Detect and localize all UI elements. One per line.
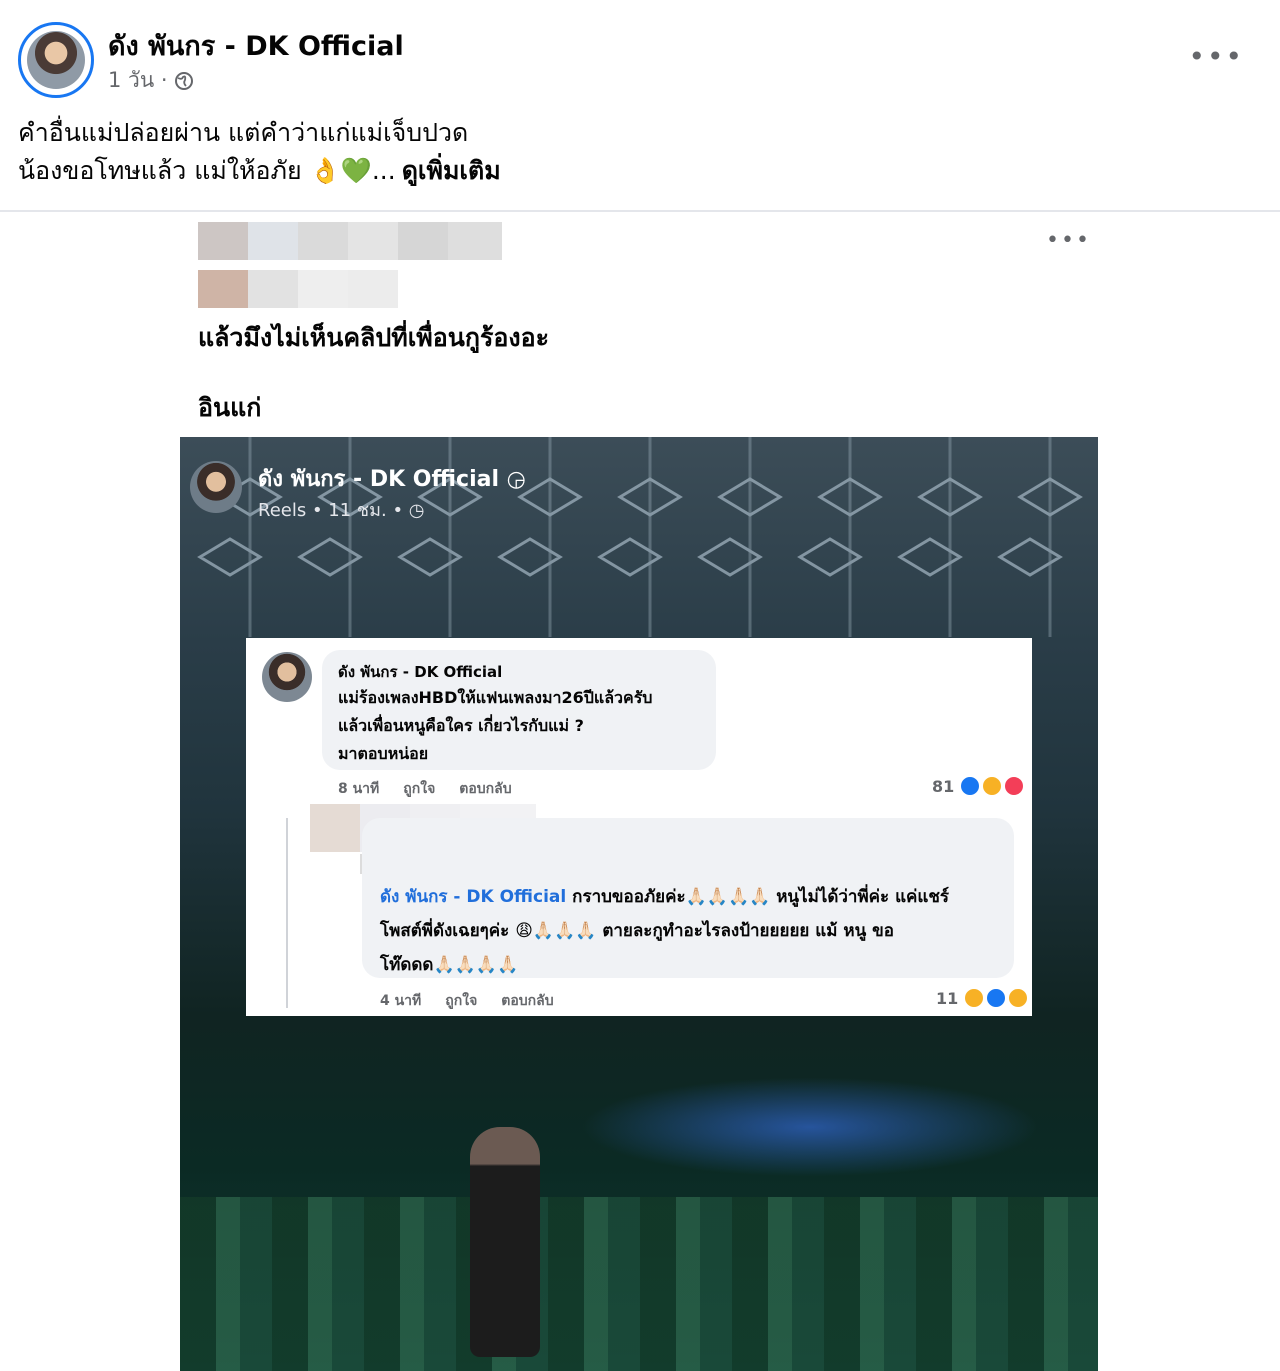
- haha-reaction-icon: [964, 988, 985, 1008]
- avatar-image: [27, 31, 85, 89]
- reaction-count: 81: [932, 776, 955, 796]
- like-link: ถูกใจ: [403, 781, 436, 797]
- reply-time: 4 นาที: [380, 993, 422, 1009]
- reel-author-label: ดัง พันกร - DK Official: [258, 467, 499, 492]
- globe-icon: [174, 71, 193, 90]
- reel-meta-text: Reels • 11 ชม. •: [258, 500, 409, 521]
- love-reaction-icon: [1004, 776, 1025, 796]
- divider: [0, 210, 1280, 212]
- care-reaction-icon: [1008, 988, 1029, 1008]
- reply-line-3: โท๊ดดด🙏🏻🙏🏻🙏🏻🙏🏻: [380, 955, 519, 975]
- reply-bubble: ดัง พันกร - DK Official กราบขออภัยค่ะ🙏🏻🙏…: [362, 818, 1014, 978]
- crowd: [180, 1197, 1098, 1371]
- post-time[interactable]: 1 วัน ·: [108, 64, 168, 97]
- reply-link: ตอบกลับ: [459, 781, 512, 797]
- reel-author-name[interactable]: ดัง พันกร - DK Official ◶: [258, 461, 526, 496]
- page-avatar[interactable]: [18, 22, 94, 98]
- reply-actions: 4 นาที ถูกใจ ตอบกลับ: [380, 990, 554, 1012]
- mention: ดัง พันกร - DK Official: [380, 887, 567, 907]
- globe-icon: ◷: [408, 500, 425, 521]
- comment-line-1: แม่ร้องเพลงHBDให้แฟนเพลงมา26ปีแล้วครับ: [338, 688, 653, 707]
- like-link: ถูกใจ: [445, 993, 478, 1009]
- more-options-icon[interactable]: •••: [1188, 40, 1244, 73]
- embedded-text-line-2: อินแก่: [198, 393, 262, 422]
- commenter-avatar: [262, 652, 312, 702]
- page-name[interactable]: ดัง พันกร - DK Official: [108, 24, 404, 67]
- reply-line-1-text: กราบขออภัยค่ะ🙏🏻🙏🏻🙏🏻🙏🏻 หนูไม่ได้ว่าพี่ค่ะ…: [566, 887, 950, 907]
- reel-author-avatar[interactable]: [190, 461, 242, 513]
- comment-bubble: ดัง พันกร - DK Official แม่ร้องเพลงHBDให…: [322, 650, 716, 770]
- reply-text: ดัง พันกร - DK Official กราบขออภัยค่ะ🙏🏻🙏…: [380, 880, 949, 982]
- embedded-more-icon: •••: [1046, 228, 1091, 253]
- reel-meta: Reels • 11 ชม. • ◷: [258, 495, 425, 524]
- thread-line: [286, 818, 288, 1008]
- comment-screenshot: ดัง พันกร - DK Official แม่ร้องเพลงHBDให…: [246, 638, 1032, 1016]
- performer: [470, 1127, 540, 1357]
- comment-line-2: แล้วเพื่อนหนูคือใคร เกี่ยวไรกับแม่ ?: [338, 716, 584, 735]
- reaction-count: 11: [936, 988, 959, 1008]
- post-meta: 1 วัน ·: [108, 64, 194, 97]
- see-more-link[interactable]: ดูเพิ่มเติม: [402, 156, 501, 185]
- reply-link: ตอบกลับ: [501, 993, 554, 1009]
- reply-reaction-summary: 11: [936, 988, 1029, 1008]
- reaction-summary: 81: [932, 776, 1025, 796]
- like-reaction-icon: [960, 776, 981, 796]
- comment-time: 8 นาที: [338, 781, 380, 797]
- haha-reaction-icon: [982, 776, 1003, 796]
- caption-line-1: คำอื่นแม่ปล่อยผ่าน แต่คำว่าแก่แม่เจ็บปวด: [18, 118, 469, 147]
- embedded-text-line-1: แล้วมึงไม่เห็นคลิปที่เพื่อนกูร้องอะ: [198, 323, 550, 352]
- caption-line-2: น้องขอโทษแล้ว แม่ให้อภัย 👌💚... ดูเพิ่มเติ…: [18, 152, 501, 190]
- comment-actions: 8 นาที ถูกใจ ตอบกลับ: [338, 778, 512, 800]
- reply-line-2: โพสต์พี่ดังเฉยๆค่ะ 😩🙏🏻🙏🏻🙏🏻 ตายละกูทำอะไร…: [380, 921, 894, 941]
- comment-text: แม่ร้องเพลงHBDให้แฟนเพลงมา26ปีแล้วครับ แ…: [338, 684, 652, 768]
- globe-icon: ◶: [506, 467, 526, 492]
- like-reaction-icon: [986, 988, 1007, 1008]
- comment-line-3: มาตอบหน่อย: [338, 744, 429, 763]
- blurred-profile: [198, 222, 504, 308]
- post-caption: คำอื่นแม่ปล่อยผ่าน แต่คำว่าแก่แม่เจ็บปวด…: [18, 114, 501, 190]
- reply-line-1: ดัง พันกร - DK Official กราบขออภัยค่ะ🙏🏻🙏…: [380, 880, 949, 914]
- stage-light: [580, 1077, 1040, 1177]
- comment-author: ดัง พันกร - DK Official: [338, 663, 503, 681]
- caption-line-2-text: น้องขอโทษแล้ว แม่ให้อภัย 👌💚...: [18, 156, 396, 185]
